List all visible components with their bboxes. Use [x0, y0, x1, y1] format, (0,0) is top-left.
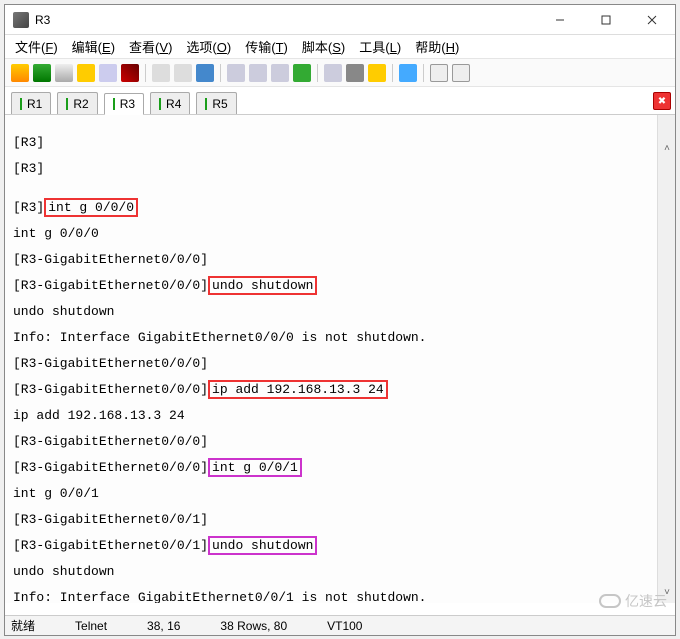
line: [R3-GigabitEthernet0/0/0]	[13, 253, 671, 266]
maximize-icon	[601, 15, 611, 25]
tb-icon-16[interactable]	[368, 64, 386, 82]
status-term-type: VT100	[327, 619, 362, 633]
toolbar-separator	[145, 64, 146, 82]
status-size: 38 Rows, 80	[220, 619, 287, 633]
tab-label: R3	[120, 97, 135, 111]
tab-r5[interactable]: R5	[196, 92, 236, 114]
close-button[interactable]	[629, 5, 675, 35]
line: [R3-GigabitEthernet0/0/0]undo shutdown	[13, 279, 671, 292]
tab-label: R4	[166, 97, 181, 111]
status-bar-icon	[113, 98, 115, 110]
chevron-up-icon: ˄	[664, 145, 670, 155]
cmd-undo-shutdown: undo shutdown	[208, 276, 317, 295]
tb-icon-11[interactable]	[249, 64, 267, 82]
tb-icon-6[interactable]	[121, 64, 139, 82]
line: [R3-GigabitEthernet0/0/0]ip add 192.168.…	[13, 383, 671, 396]
app-icon	[13, 12, 29, 28]
tb-icon-9[interactable]	[196, 64, 214, 82]
line: int g 0/0/1	[13, 487, 671, 500]
tb-icon-14[interactable]	[324, 64, 342, 82]
menu-help[interactable]: 帮助(H)	[415, 37, 459, 56]
toolbar-separator	[392, 64, 393, 82]
line: Info: Interface GigabitEthernet0/0/0 is …	[13, 331, 671, 344]
line: Info: Interface GigabitEthernet0/0/1 is …	[13, 591, 671, 603]
line: [R3]int g 0/0/0	[13, 201, 671, 214]
cloud-icon	[599, 594, 621, 608]
line: ip add 192.168.13.3 24	[13, 409, 671, 422]
tab-r2[interactable]: R2	[57, 92, 97, 114]
status-ready: 就绪	[11, 617, 35, 634]
minimize-icon	[555, 15, 565, 25]
line: [R3-GigabitEthernet0/0/1]	[13, 513, 671, 526]
menu-edit[interactable]: 编辑(E)	[72, 37, 115, 56]
watermark-text: 亿速云	[625, 591, 667, 611]
toolbar-separator	[220, 64, 221, 82]
tab-label: R2	[73, 97, 88, 111]
tab-label: R5	[212, 97, 227, 111]
line: [R3-GigabitEthernet0/0/0]	[13, 357, 671, 370]
line: [R3]	[13, 162, 671, 175]
tab-r4[interactable]: R4	[150, 92, 190, 114]
line: int g 0/0/0	[13, 227, 671, 240]
terminal-output[interactable]: [R3] [R3] [R3]int g 0/0/0 int g 0/0/0 [R…	[5, 115, 675, 603]
menu-transfer[interactable]: 传输(T)	[245, 37, 288, 56]
cmd-int-g001: int g 0/0/1	[208, 458, 302, 477]
toolbar-separator	[317, 64, 318, 82]
statusbar: 就绪 Telnet 38, 16 38 Rows, 80 VT100	[5, 615, 675, 635]
tb-icon-19[interactable]	[452, 64, 470, 82]
window-title: R3	[35, 13, 537, 27]
line: [R3-GigabitEthernet0/0/0]	[13, 435, 671, 448]
menu-file[interactable]: 文件(F)	[15, 37, 58, 56]
minimize-button[interactable]	[537, 5, 583, 35]
line: [R3-GigabitEthernet0/0/0]int g 0/0/1	[13, 461, 671, 474]
status-bar-icon	[20, 98, 22, 110]
tb-icon-13[interactable]	[293, 64, 311, 82]
status-bar-icon	[205, 98, 207, 110]
line: [R3-GigabitEthernet0/0/1]undo shutdown	[13, 539, 671, 552]
toolbar	[5, 59, 675, 87]
app-window: R3 文件(F) 编辑(E) 查看(V) 选项(O) 传输(T) 脚本(S) 工…	[4, 4, 676, 636]
status-bar-icon	[159, 98, 161, 110]
tb-icon-1[interactable]	[11, 64, 29, 82]
scroll-up-button[interactable]: ˄	[658, 141, 675, 159]
tab-close-button[interactable]: ✖	[653, 92, 671, 110]
tab-label: R1	[27, 97, 42, 111]
line: undo shutdown	[13, 565, 671, 578]
menu-view[interactable]: 查看(V)	[129, 37, 172, 56]
tb-icon-18[interactable]	[430, 64, 448, 82]
session-tabbar: R1 R2 R3 R4 R5 ✖	[5, 87, 675, 115]
status-cursor-pos: 38, 16	[147, 619, 180, 633]
close-icon: ✖	[658, 96, 666, 107]
status-protocol: Telnet	[75, 619, 107, 633]
line: undo shutdown	[13, 305, 671, 318]
tab-r1[interactable]: R1	[11, 92, 51, 114]
tb-icon-5[interactable]	[99, 64, 117, 82]
menubar: 文件(F) 编辑(E) 查看(V) 选项(O) 传输(T) 脚本(S) 工具(L…	[5, 35, 675, 59]
tb-icon-8[interactable]	[174, 64, 192, 82]
cmd-undo-shutdown: undo shutdown	[208, 536, 317, 555]
menu-options[interactable]: 选项(O)	[186, 37, 231, 56]
tab-r3[interactable]: R3	[104, 93, 144, 115]
watermark: 亿速云	[599, 591, 667, 611]
menu-script[interactable]: 脚本(S)	[302, 37, 345, 56]
tb-icon-17[interactable]	[399, 64, 417, 82]
toolbar-separator	[423, 64, 424, 82]
tb-icon-2[interactable]	[33, 64, 51, 82]
line: [R3]	[13, 136, 671, 149]
tb-icon-7[interactable]	[152, 64, 170, 82]
menu-tools[interactable]: 工具(L)	[359, 37, 401, 56]
cmd-ip-add: ip add 192.168.13.3 24	[208, 380, 388, 399]
tb-icon-4[interactable]	[77, 64, 95, 82]
titlebar: R3	[5, 5, 675, 35]
tb-icon-3[interactable]	[55, 64, 73, 82]
maximize-button[interactable]	[583, 5, 629, 35]
tb-icon-10[interactable]	[227, 64, 245, 82]
cmd-int-g000: int g 0/0/0	[44, 198, 138, 217]
close-icon	[647, 15, 657, 25]
status-bar-icon	[66, 98, 68, 110]
vertical-scrollbar[interactable]: ˄ ˅	[657, 115, 675, 603]
tb-icon-12[interactable]	[271, 64, 289, 82]
tb-icon-15[interactable]	[346, 64, 364, 82]
